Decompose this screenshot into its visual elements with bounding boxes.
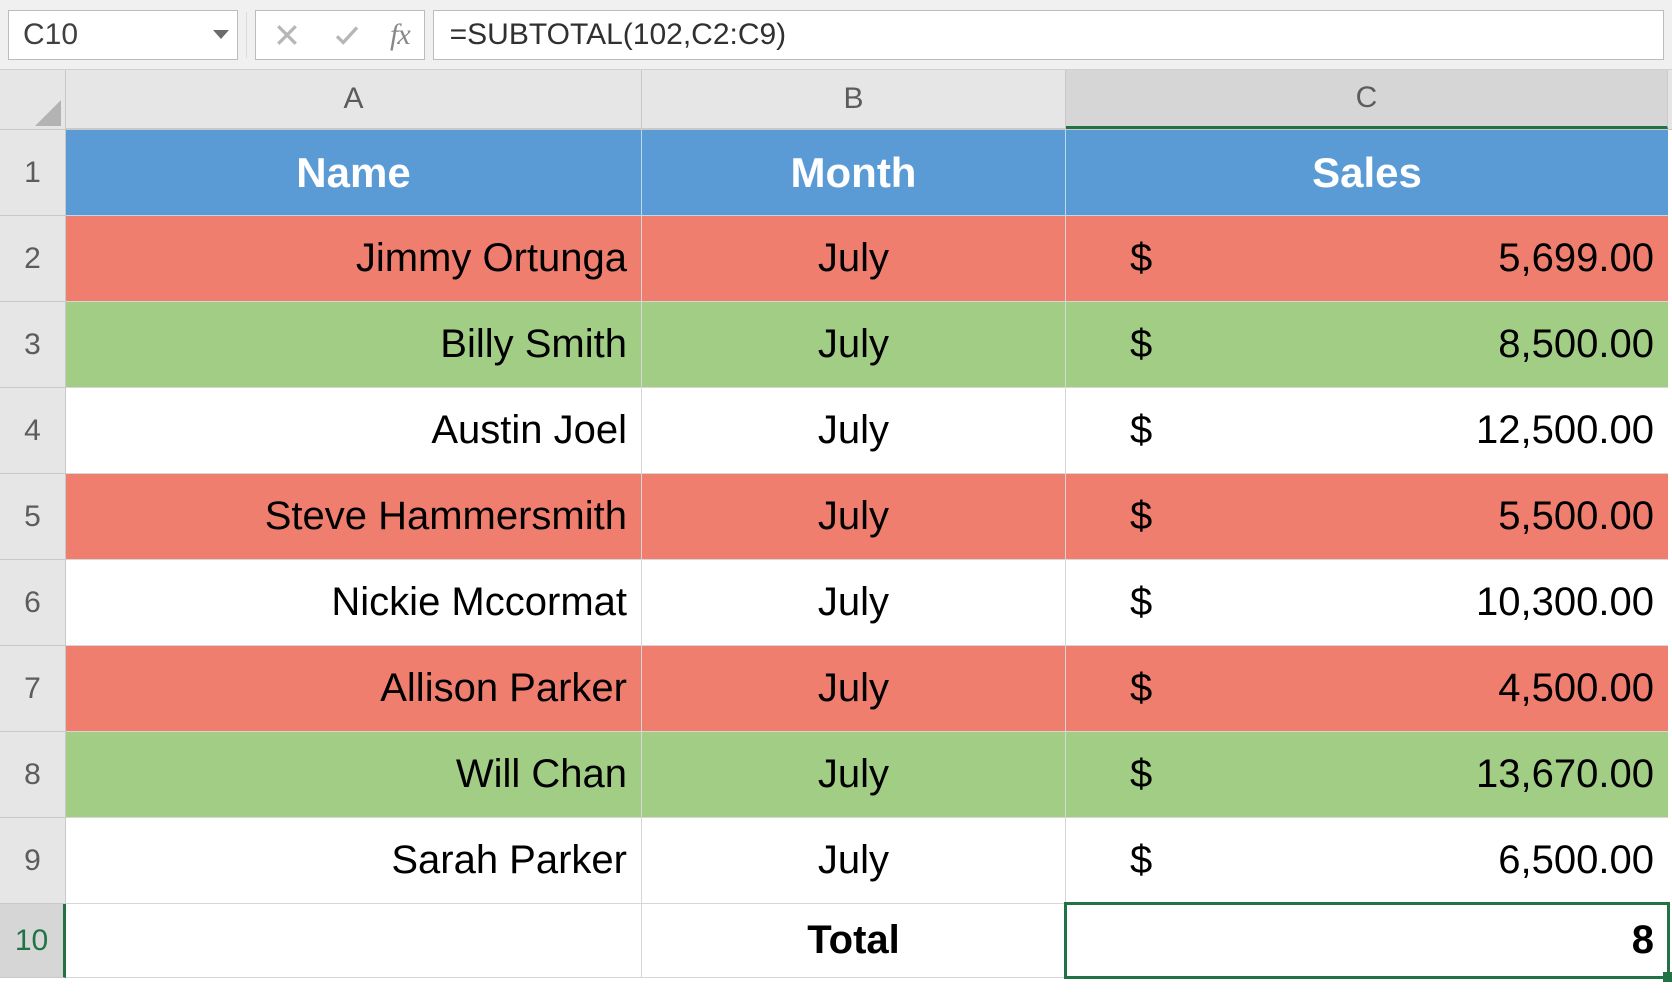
excel-window: C10 fx A B C 1 Name (0, 0, 1672, 994)
cell[interactable]: July (642, 818, 1066, 904)
cell[interactable]: Will Chan (66, 732, 642, 818)
table-row: 8 Will Chan July $13,670.00 (0, 732, 1672, 818)
select-all-corner[interactable] (0, 70, 66, 130)
row-header[interactable]: 2 (0, 216, 66, 302)
cell[interactable]: Steve Hammersmith (66, 474, 642, 560)
row-header[interactable]: 3 (0, 302, 66, 388)
spreadsheet-grid[interactable]: A B C 1 Name Month Sales 2 Jimmy Ortunga… (0, 70, 1672, 994)
table-row: 4 Austin Joel July $12,500.00 (0, 388, 1672, 474)
cell[interactable]: $8,500.00 (1066, 302, 1668, 388)
cell[interactable]: July (642, 732, 1066, 818)
table-row: 3 Billy Smith July $8,500.00 (0, 302, 1672, 388)
cell[interactable]: Jimmy Ortunga (66, 216, 642, 302)
cell[interactable]: Name (66, 130, 642, 216)
row-header[interactable]: 6 (0, 560, 66, 646)
fill-handle-icon[interactable] (1663, 972, 1672, 982)
cell[interactable]: Nickie Mccormat (66, 560, 642, 646)
name-box[interactable]: C10 (8, 10, 238, 60)
cell[interactable]: $5,699.00 (1066, 216, 1668, 302)
row-header[interactable]: 10 (0, 904, 66, 978)
col-header-c[interactable]: C (1066, 70, 1668, 129)
grid-rows: 1 Name Month Sales 2 Jimmy Ortunga July … (0, 130, 1672, 994)
cell[interactable]: $10,300.00 (1066, 560, 1668, 646)
row-header[interactable]: 7 (0, 646, 66, 732)
cell[interactable]: Total (642, 904, 1066, 978)
row-header[interactable]: 9 (0, 818, 66, 904)
cell[interactable]: $4,500.00 (1066, 646, 1668, 732)
table-row: 5 Steve Hammersmith July $5,500.00 (0, 474, 1672, 560)
row-header[interactable]: 5 (0, 474, 66, 560)
enter-icon (330, 18, 364, 52)
cancel-icon (270, 18, 304, 52)
formula-input[interactable] (448, 17, 1649, 53)
col-header-a[interactable]: A (66, 70, 642, 129)
cell[interactable]: Allison Parker (66, 646, 642, 732)
row-header[interactable]: 1 (0, 130, 66, 216)
cell[interactable] (66, 904, 642, 978)
col-header-b[interactable]: B (642, 70, 1066, 129)
table-row: 7 Allison Parker July $4,500.00 (0, 646, 1672, 732)
cell[interactable]: July (642, 474, 1066, 560)
separator (246, 12, 247, 58)
formula-controls: fx (255, 10, 425, 60)
cell[interactable]: Billy Smith (66, 302, 642, 388)
cell[interactable]: Month (642, 130, 1066, 216)
formula-input-wrap[interactable] (433, 10, 1664, 60)
table-row: 9 Sarah Parker July $6,500.00 (0, 818, 1672, 904)
caret-down-icon[interactable] (213, 30, 229, 39)
table-total-row: 10 Total 8 (0, 904, 1672, 978)
cell[interactable]: $13,670.00 (1066, 732, 1668, 818)
table-row: 1 Name Month Sales (0, 130, 1672, 216)
cell[interactable]: July (642, 560, 1066, 646)
table-row: 6 Nickie Mccormat July $10,300.00 (0, 560, 1672, 646)
name-box-text: C10 (23, 18, 78, 52)
fx-icon[interactable]: fx (390, 18, 410, 52)
column-headers: A B C (0, 70, 1672, 130)
cell[interactable]: $6,500.00 (1066, 818, 1668, 904)
cell-value: 8 (1632, 918, 1654, 963)
cell[interactable]: $12,500.00 (1066, 388, 1668, 474)
cell[interactable]: Sales (1066, 130, 1668, 216)
cell[interactable]: July (642, 302, 1066, 388)
formula-bar: C10 fx (0, 0, 1672, 70)
cell[interactable]: July (642, 388, 1066, 474)
cell[interactable]: July (642, 216, 1066, 302)
table-row: 2 Jimmy Ortunga July $5,699.00 (0, 216, 1672, 302)
select-all-icon (35, 100, 61, 126)
cell[interactable]: Sarah Parker (66, 818, 642, 904)
cell[interactable]: Austin Joel (66, 388, 642, 474)
row-header[interactable]: 8 (0, 732, 66, 818)
cell[interactable]: $5,500.00 (1066, 474, 1668, 560)
row-header[interactable]: 4 (0, 388, 66, 474)
active-cell[interactable]: 8 (1066, 904, 1668, 978)
cell[interactable]: July (642, 646, 1066, 732)
